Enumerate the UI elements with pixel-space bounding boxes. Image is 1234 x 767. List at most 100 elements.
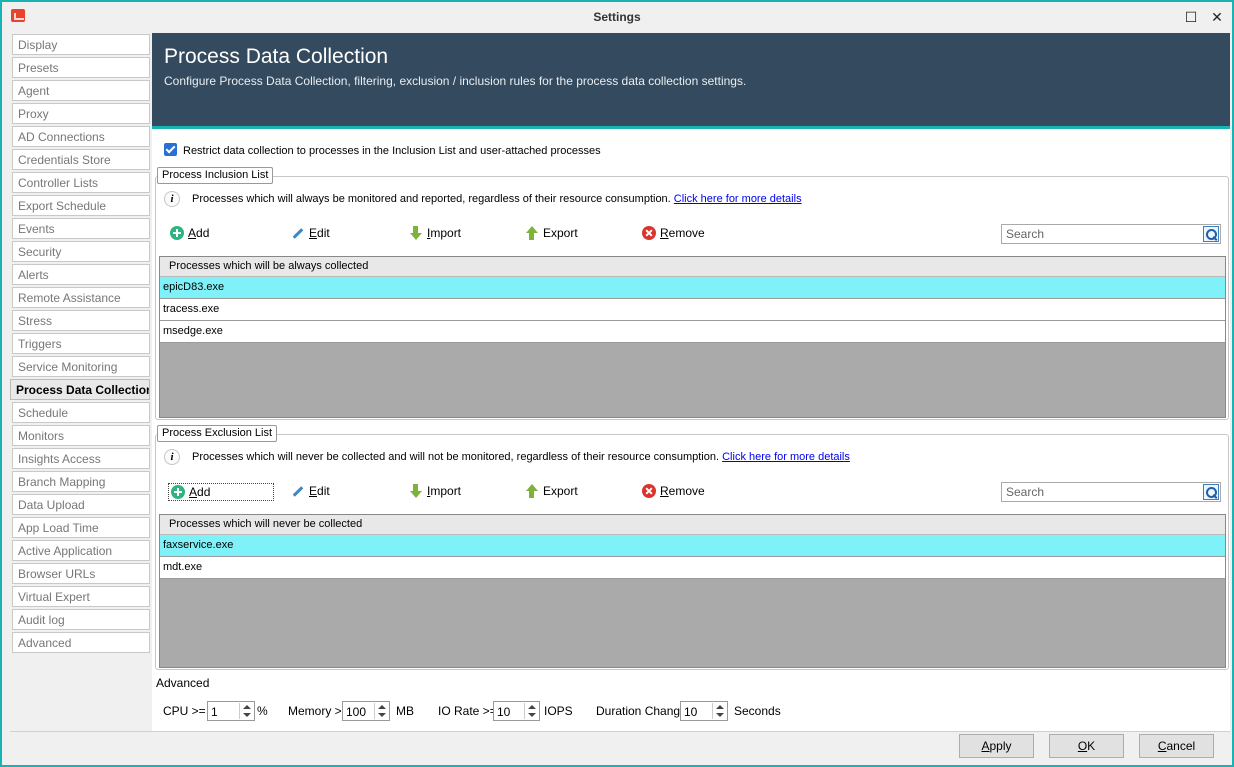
duration-change-unit: Seconds bbox=[734, 704, 781, 718]
inclusion-import-button[interactable]: Import bbox=[407, 225, 463, 243]
search-icon[interactable] bbox=[1203, 484, 1219, 500]
pencil-icon bbox=[291, 484, 305, 498]
sidebar-item[interactable]: Presets bbox=[12, 57, 150, 78]
sidebar-item[interactable]: Agent bbox=[12, 80, 150, 101]
ok-button[interactable]: OK bbox=[1049, 734, 1124, 758]
sidebar-item[interactable]: Events bbox=[12, 218, 150, 239]
table-row[interactable]: faxservice.exe bbox=[160, 535, 1225, 557]
settings-sidebar: Display Presets Agent Proxy AD Connections Cr… bbox=[10, 34, 150, 655]
export-arrow-icon bbox=[525, 226, 539, 240]
add-icon bbox=[170, 226, 184, 240]
exclusion-info: i Processes which will never be collected… bbox=[164, 449, 850, 465]
duration-change-stepper[interactable]: 10 bbox=[680, 701, 728, 721]
page-subtitle: Configure Process Data Collection, filte… bbox=[164, 74, 747, 88]
sidebar-item[interactable]: Schedule bbox=[12, 402, 150, 423]
io-rate-label: IO Rate >= bbox=[438, 704, 497, 718]
inclusion-details-link[interactable]: Click here for more details bbox=[674, 193, 802, 205]
table-row[interactable]: msedge.exe bbox=[160, 321, 1225, 343]
exclusion-grid: Processes which will never be collected … bbox=[159, 514, 1226, 668]
inclusion-add-button[interactable]: Add bbox=[168, 225, 211, 243]
sidebar-item[interactable]: Audit log bbox=[12, 609, 150, 630]
info-icon: i bbox=[164, 449, 180, 465]
cpu-unit: % bbox=[257, 704, 268, 718]
maximize-icon[interactable]: ☐ bbox=[1182, 8, 1200, 26]
stepper-arrows-icon[interactable] bbox=[712, 703, 726, 719]
sidebar-item[interactable]: Triggers bbox=[12, 333, 150, 354]
sidebar-item[interactable]: Remote Assistance bbox=[12, 287, 150, 308]
exclusion-search bbox=[1001, 482, 1221, 502]
cancel-button[interactable]: Cancel bbox=[1139, 734, 1214, 758]
stepper-arrows-icon[interactable] bbox=[239, 703, 253, 719]
inclusion-info-text: Processes which will always be monitored… bbox=[192, 192, 671, 205]
exclusion-import-button[interactable]: Import bbox=[407, 483, 463, 501]
memory-stepper[interactable]: 100 bbox=[342, 701, 390, 721]
exclusion-remove-button[interactable]: Remove bbox=[640, 483, 707, 501]
exclusion-details-link[interactable]: Click here for more details bbox=[722, 451, 850, 463]
inclusion-search-input[interactable] bbox=[1002, 225, 1198, 243]
remove-icon bbox=[642, 484, 656, 498]
memory-label: Memory >= bbox=[288, 704, 349, 718]
sidebar-item[interactable]: Stress bbox=[12, 310, 150, 331]
remove-icon bbox=[642, 226, 656, 240]
duration-change-label: Duration Change bbox=[596, 704, 687, 718]
exclusion-add-button[interactable]: Add bbox=[168, 483, 274, 501]
cpu-stepper[interactable]: 1 bbox=[207, 701, 255, 721]
page-header: Process Data Collection Configure Proces… bbox=[152, 33, 1230, 129]
table-row[interactable]: epicD83.exe bbox=[160, 277, 1225, 299]
dialog-footer: Apply OK Cancel bbox=[10, 731, 1230, 761]
sidebar-item[interactable]: Credentials Store bbox=[12, 149, 150, 170]
exclusion-group-label: Process Exclusion List bbox=[157, 425, 278, 442]
sidebar-item[interactable]: Display bbox=[12, 34, 150, 55]
sidebar-item[interactable]: Controller Lists bbox=[12, 172, 150, 193]
search-icon[interactable] bbox=[1203, 226, 1219, 242]
inclusion-edit-button[interactable]: Edit bbox=[289, 225, 332, 243]
import-arrow-icon bbox=[409, 484, 423, 498]
sidebar-item[interactable]: Active Application bbox=[12, 540, 150, 561]
inclusion-remove-button[interactable]: Remove bbox=[640, 225, 707, 243]
pencil-icon bbox=[291, 226, 305, 240]
sidebar-item[interactable]: App Load Time bbox=[12, 517, 150, 538]
exclusion-info-text: Processes which will never be collected … bbox=[192, 450, 720, 463]
sidebar-item[interactable]: Browser URLs bbox=[12, 563, 150, 584]
stepper-arrows-icon[interactable] bbox=[524, 703, 538, 719]
restrict-label: Restrict data collection to processes in… bbox=[183, 145, 601, 157]
sidebar-item[interactable]: Alerts bbox=[12, 264, 150, 285]
table-row[interactable]: mdt.exe bbox=[160, 557, 1225, 579]
sidebar-item[interactable]: Insights Access bbox=[12, 448, 150, 469]
inclusion-toolbar: Add Edit Import Export Remove bbox=[168, 224, 1221, 245]
table-row[interactable]: tracess.exe bbox=[160, 299, 1225, 321]
inclusion-column-header[interactable]: Processes which will be always collected bbox=[160, 257, 1225, 277]
sidebar-item[interactable]: Branch Mapping bbox=[12, 471, 150, 492]
sidebar-item[interactable]: Security bbox=[12, 241, 150, 262]
sidebar-item[interactable]: Proxy bbox=[12, 103, 150, 124]
cpu-label: CPU >= bbox=[163, 704, 206, 718]
apply-button[interactable]: Apply bbox=[959, 734, 1034, 758]
stepper-arrows-icon[interactable] bbox=[374, 703, 388, 719]
exclusion-search-input[interactable] bbox=[1002, 483, 1198, 501]
title-bar: Settings ☐ ✕ bbox=[2, 2, 1232, 32]
add-icon bbox=[171, 485, 185, 499]
restrict-checkbox[interactable] bbox=[164, 143, 177, 156]
page-title: Process Data Collection bbox=[164, 45, 389, 68]
exclusion-export-button[interactable]: Export bbox=[523, 483, 580, 501]
sidebar-item[interactable]: AD Connections bbox=[12, 126, 150, 147]
sidebar-item[interactable]: Virtual Expert bbox=[12, 586, 150, 607]
inclusion-grid: Processes which will be always collected… bbox=[159, 256, 1226, 418]
exclusion-toolbar: Add Edit Import Export Remove bbox=[168, 482, 1221, 503]
sidebar-item[interactable]: Advanced bbox=[12, 632, 150, 653]
sidebar-item[interactable]: Service Monitoring bbox=[12, 356, 150, 377]
exclusion-column-header[interactable]: Processes which will never be collected bbox=[160, 515, 1225, 535]
restrict-option[interactable]: Restrict data collection to processes in… bbox=[164, 143, 601, 157]
sidebar-item[interactable]: Process Data Collection bbox=[10, 379, 150, 400]
exclusion-group: Process Exclusion List i Processes which … bbox=[155, 425, 1229, 670]
advanced-title: Advanced bbox=[156, 676, 210, 690]
io-rate-stepper[interactable]: 10 bbox=[493, 701, 540, 721]
advanced-thresholds: CPU >= 1 % Memory >= 100 MB IO Rate >= 1… bbox=[152, 701, 1230, 723]
close-icon[interactable]: ✕ bbox=[1208, 8, 1226, 26]
sidebar-item[interactable]: Data Upload bbox=[12, 494, 150, 515]
sidebar-item[interactable]: Export Schedule bbox=[12, 195, 150, 216]
exclusion-edit-button[interactable]: Edit bbox=[289, 483, 332, 501]
inclusion-export-button[interactable]: Export bbox=[523, 225, 580, 243]
sidebar-item[interactable]: Monitors bbox=[12, 425, 150, 446]
inclusion-group: Process Inclusion List i Processes which … bbox=[155, 167, 1229, 420]
